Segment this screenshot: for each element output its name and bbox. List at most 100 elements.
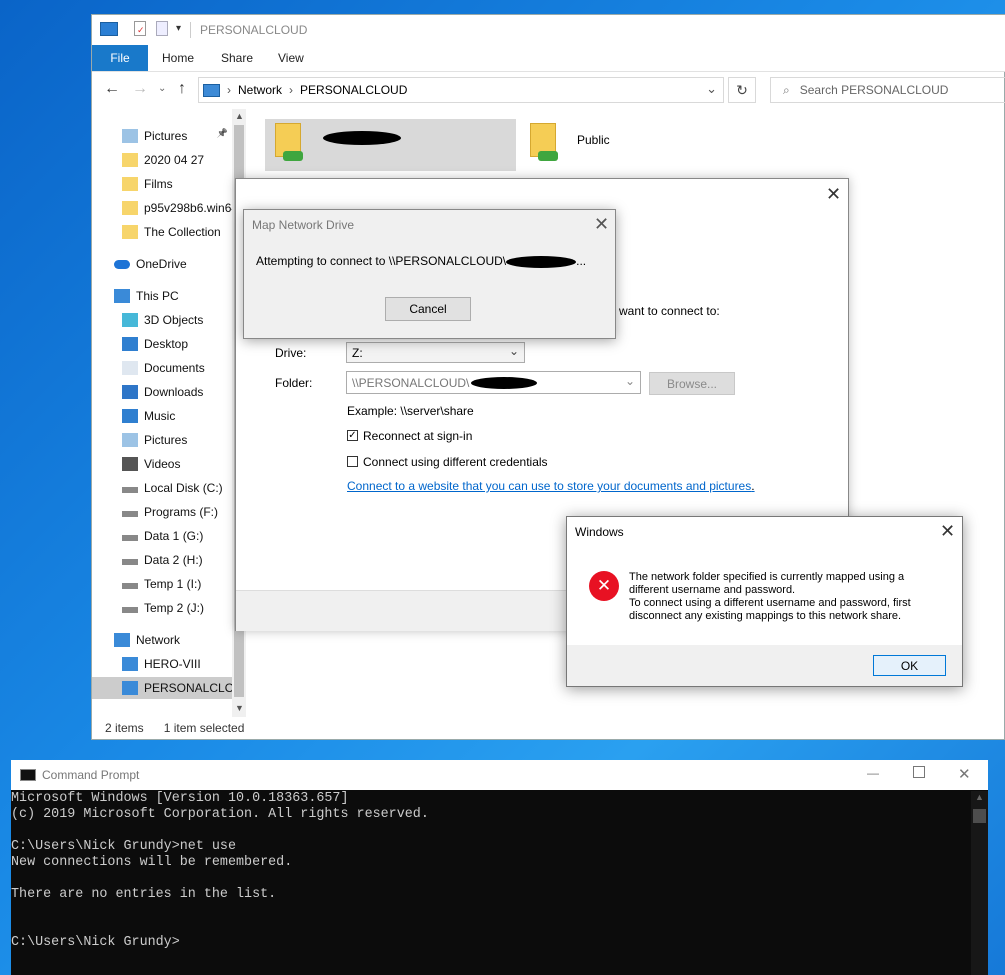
minimize-icon[interactable]: —	[867, 766, 879, 780]
maximize-icon[interactable]	[913, 766, 925, 778]
share-tile-public[interactable]: Public	[520, 119, 720, 171]
nav-item[interactable]: Documents	[92, 357, 232, 379]
nav-item[interactable]: Desktop	[92, 333, 232, 355]
ribbon-tabs: File Home Share View	[92, 45, 1005, 72]
pictures-icon	[122, 129, 138, 143]
close-icon[interactable]: ✕	[958, 765, 971, 783]
item-count: 2 items	[105, 721, 144, 735]
nav-item-label: OneDrive	[136, 257, 187, 271]
properties-icon[interactable]: ✓	[134, 21, 146, 36]
tab-file[interactable]: File	[92, 45, 148, 71]
scroll-up-icon[interactable]: ▲	[235, 111, 244, 121]
nav-item[interactable]: Data 2 (H:)	[92, 549, 232, 571]
address-dropdown-chevron-icon[interactable]: ⌄	[706, 81, 717, 97]
tab-view[interactable]: View	[278, 45, 304, 71]
status-bar: 2 items 1 item selected	[92, 717, 1005, 739]
back-arrow-icon[interactable]: ←	[104, 80, 120, 98]
console-scrollbar[interactable]: ▲	[971, 791, 988, 975]
nav-item-label: Local Disk (C:)	[144, 481, 223, 495]
nav-item[interactable]: HERO-VIII	[92, 653, 232, 675]
nav-item-label: This PC	[136, 289, 179, 303]
nav-item[interactable]: Music	[92, 405, 232, 427]
refresh-button[interactable]: ↻	[728, 77, 756, 103]
browse-button[interactable]: Browse...	[649, 372, 735, 395]
scroll-up-icon[interactable]: ▲	[975, 792, 984, 802]
nav-item[interactable]: Pictures	[92, 429, 232, 451]
tab-home[interactable]: Home	[162, 45, 194, 71]
close-icon[interactable]: ✕	[594, 215, 609, 233]
documents-icon	[122, 361, 138, 375]
connecting-message: Attempting to connect to \\PERSONALCLOUD…	[256, 254, 586, 268]
cancel-button[interactable]: Cancel	[385, 297, 471, 321]
nav-item-label: 3D Objects	[144, 313, 204, 327]
breadcrumb-personalcloud[interactable]: PERSONALCLOUD	[300, 83, 407, 97]
nav-item[interactable]: This PC	[92, 285, 232, 307]
search-box[interactable]: ⌕ Search PERSONALCLOUD	[770, 77, 1005, 103]
network-cable-icon	[283, 151, 303, 161]
website-link[interactable]: Connect to a website that you can use to…	[347, 479, 755, 493]
nav-item[interactable]: PERSONALCLOUD	[92, 677, 232, 699]
nav-item[interactable]: 2020 04 27	[92, 149, 232, 171]
website-link-text[interactable]: Connect to a website that you can use to…	[347, 479, 751, 493]
nav-item-label: Pictures	[144, 129, 188, 143]
up-arrow-icon[interactable]: ↑	[178, 80, 186, 98]
ok-button[interactable]: OK	[873, 655, 946, 676]
scroll-down-icon[interactable]: ▼	[235, 703, 244, 713]
nav-item[interactable]: Temp 2 (J:)	[92, 597, 232, 619]
reconnect-checkbox[interactable]: ✓	[347, 430, 358, 441]
example-text: Example: \\server\share	[347, 404, 474, 418]
new-folder-icon[interactable]	[156, 21, 168, 36]
different-credentials-checkbox[interactable]	[347, 456, 358, 467]
search-icon: ⌕	[783, 82, 790, 97]
ellipsis: ...	[576, 254, 587, 268]
nav-item[interactable]: OneDrive	[92, 253, 232, 275]
tab-share[interactable]: Share	[221, 45, 253, 71]
address-bar[interactable]: › Network › PERSONALCLOUD ⌄	[198, 77, 724, 103]
breadcrumb-separator-icon: ›	[289, 83, 294, 97]
videos-icon	[122, 457, 138, 471]
3d-objects-icon	[122, 313, 138, 327]
search-input[interactable]: Search PERSONALCLOUD	[800, 83, 949, 97]
error-line-2: different username and password.	[629, 584, 796, 596]
nav-item-label: HERO-VIII	[144, 657, 201, 671]
console-scrollbar-thumb[interactable]	[973, 809, 986, 823]
nav-item[interactable]: Temp 1 (I:)	[92, 573, 232, 595]
close-icon[interactable]: ✕	[940, 522, 955, 540]
quick-access-dropdown-icon[interactable]: ▾	[176, 23, 181, 34]
nav-item[interactable]: Network	[92, 629, 232, 651]
nav-item[interactable]: p95v298b6.win64	[92, 197, 232, 219]
share-tile-selected[interactable]	[265, 119, 516, 171]
nav-item-label: Films	[144, 177, 173, 191]
console-output[interactable]: Microsoft Windows [Version 10.0.18363.65…	[11, 791, 429, 951]
drive-icon	[122, 583, 138, 589]
breadcrumb-network[interactable]: Network	[238, 83, 282, 97]
drive-select[interactable]: Z: ⌄	[346, 342, 525, 363]
redacted-folder-name	[471, 376, 538, 389]
error-line-4: disconnect any existing mappings to this…	[629, 610, 902, 622]
nav-item[interactable]: Local Disk (C:)	[92, 477, 232, 499]
nav-item[interactable]: Videos	[92, 453, 232, 475]
connecting-progress-dialog: Map Network Drive ✕ Attempting to connec…	[243, 209, 616, 339]
nav-item[interactable]: Pictures 📌	[92, 125, 232, 147]
drive-icon	[122, 511, 138, 517]
forward-arrow-icon[interactable]: →	[132, 80, 148, 98]
nav-item[interactable]: 3D Objects	[92, 309, 232, 331]
cmd-title: Command Prompt	[42, 768, 140, 782]
pin-icon[interactable]: 📌	[217, 128, 228, 139]
nav-item[interactable]: Programs (F:)	[92, 501, 232, 523]
drive-icon	[122, 559, 138, 565]
nav-item[interactable]: Downloads	[92, 381, 232, 403]
computer-icon	[114, 289, 130, 303]
close-icon[interactable]: ✕	[826, 185, 841, 203]
onedrive-icon	[114, 259, 130, 269]
folder-input[interactable]: \\PERSONALCLOUD\ ⌄	[346, 371, 641, 394]
recent-locations-chevron-icon[interactable]: ⌄	[158, 83, 166, 94]
address-row: ← → ⌄ ↑ › Network › PERSONALCLOUD ⌄ ↻ ⌕ …	[92, 75, 1005, 105]
nav-item[interactable]: The Collection	[92, 221, 232, 243]
error-dialog: Windows ✕ ✕ The network folder specified…	[566, 516, 963, 687]
nav-item[interactable]: Films	[92, 173, 232, 195]
nav-item[interactable]: Data 1 (G:)	[92, 525, 232, 547]
breadcrumb-separator-icon: ›	[227, 83, 231, 97]
chevron-down-icon: ⌄	[508, 344, 519, 358]
share-name: Public	[577, 133, 610, 147]
